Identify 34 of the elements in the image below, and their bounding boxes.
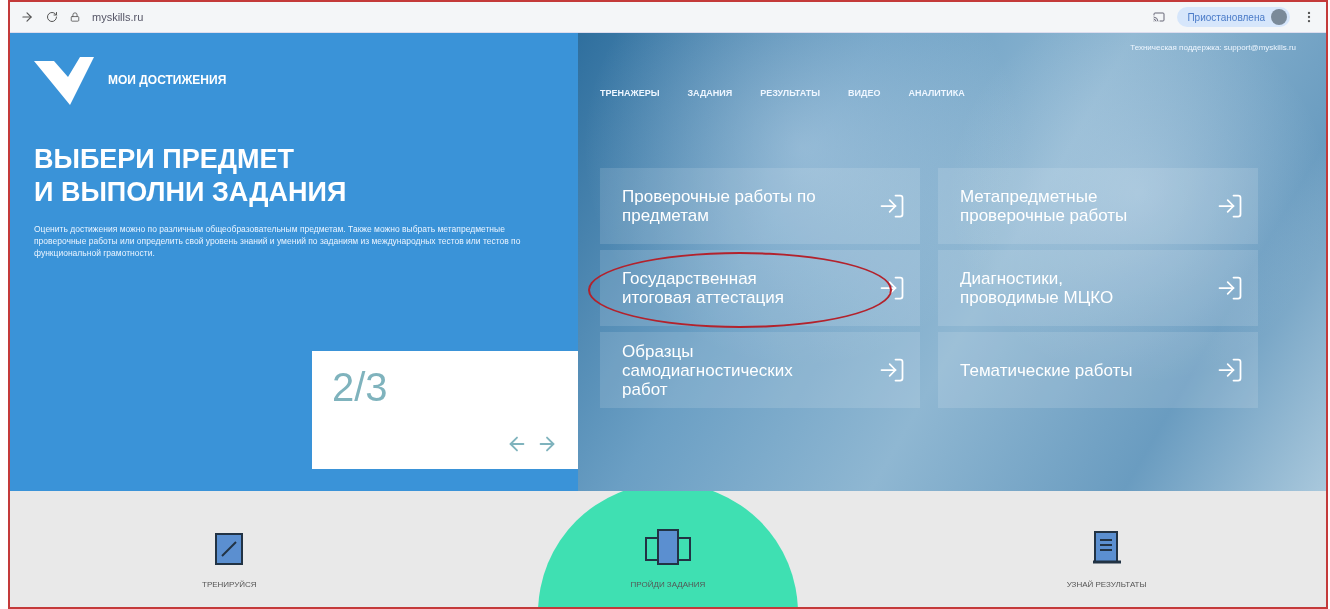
enter-icon bbox=[878, 274, 906, 302]
devices-icon bbox=[643, 528, 692, 566]
lock-icon bbox=[70, 12, 80, 22]
nav-link[interactable]: ВИДЕО bbox=[848, 88, 881, 98]
category-card[interactable]: Проверочные работы по предметам bbox=[600, 168, 920, 244]
nav-link[interactable]: АНАЛИТИКА bbox=[908, 88, 965, 98]
step-tab[interactable]: ПРОЙДИ ЗАДАНИЯ bbox=[626, 524, 710, 593]
hero-title: ВЫБЕРИ ПРЕДМЕТ И ВЫПОЛНИ ЗАДАНИЯ bbox=[34, 143, 348, 209]
nav-link[interactable]: ЗАДАНИЯ bbox=[687, 88, 733, 98]
enter-icon bbox=[1216, 356, 1244, 384]
category-card[interactable]: Тематические работы bbox=[938, 332, 1258, 408]
enter-icon bbox=[878, 192, 906, 220]
reload-icon[interactable] bbox=[46, 11, 58, 23]
category-card[interactable]: Диагностики, проводимые МЦКО bbox=[938, 250, 1258, 326]
checkmark-logo bbox=[34, 55, 94, 105]
step-tab[interactable]: ТРЕНИРУЙСЯ bbox=[198, 528, 261, 593]
avatar bbox=[1271, 9, 1287, 25]
enter-icon bbox=[1216, 192, 1244, 220]
cast-icon[interactable] bbox=[1153, 11, 1166, 23]
address-bar[interactable]: myskills.ru bbox=[92, 11, 1142, 23]
category-card[interactable]: Образцы самодиагностических работ bbox=[600, 332, 920, 408]
nav-link[interactable]: ТРЕНАЖЕРЫ bbox=[600, 88, 660, 98]
brand-name: МОИ ДОСТИЖЕНИЯ bbox=[108, 73, 227, 87]
enter-icon bbox=[878, 356, 906, 384]
profile-button[interactable]: Приостановлена bbox=[1177, 7, 1290, 27]
hero-description: Оценить достижения можно по различным общеобразовательным предметам. Также можно выбрать метапредметные проверочные работы или определить свой уровень знаний и умений по заданиям из международных тестов или тестов по функциональной грамотности. bbox=[34, 223, 522, 259]
notebook-icon bbox=[214, 532, 245, 566]
step-tab[interactable]: УЗНАЙ РЕЗУЛЬТАТЫ bbox=[1062, 526, 1151, 593]
forward-icon[interactable] bbox=[20, 10, 34, 24]
nav-link[interactable]: РЕЗУЛЬТАТЫ bbox=[760, 88, 821, 98]
support-text: Техническая поддержка: support@myskills.ru bbox=[1130, 43, 1296, 52]
category-card[interactable]: Метапредметные проверочные работы bbox=[938, 168, 1258, 244]
slide-counter: 2/3 bbox=[332, 365, 389, 410]
enter-icon bbox=[1216, 274, 1244, 302]
